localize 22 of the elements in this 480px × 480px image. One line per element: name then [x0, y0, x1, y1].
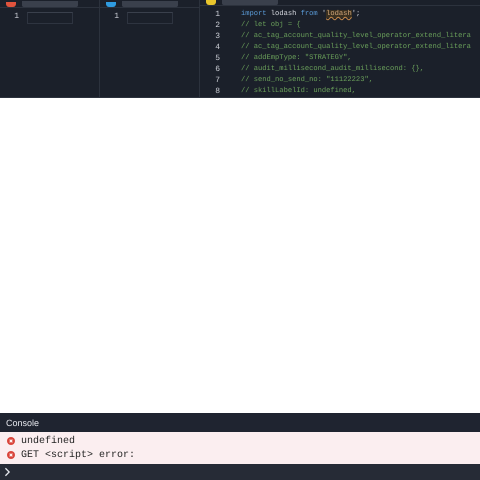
- line-number: 8: [215, 86, 220, 97]
- line-number: 7: [215, 75, 220, 86]
- console-message: undefined: [21, 436, 76, 446]
- input-field[interactable]: [127, 12, 173, 24]
- prompt-chevron-icon: [4, 467, 11, 477]
- console-message: GET <script> error:: [21, 450, 136, 460]
- line-number: 5: [215, 53, 220, 64]
- line-number: 1: [114, 11, 119, 22]
- console-input[interactable]: [0, 464, 480, 480]
- line-number: 6: [215, 64, 220, 75]
- line-number: 1: [14, 11, 19, 22]
- error-icon: [7, 437, 15, 445]
- line-number: 4: [215, 42, 220, 53]
- line-number: 3: [215, 31, 220, 42]
- line-number: 1: [215, 9, 220, 20]
- line-number: 2: [215, 20, 220, 31]
- console-title: Console: [6, 418, 40, 428]
- input-field[interactable]: [27, 12, 73, 24]
- error-icon: [7, 451, 15, 459]
- file-tab[interactable]: [122, 1, 178, 7]
- file-tab[interactable]: [222, 0, 278, 5]
- file-tab[interactable]: [22, 1, 78, 7]
